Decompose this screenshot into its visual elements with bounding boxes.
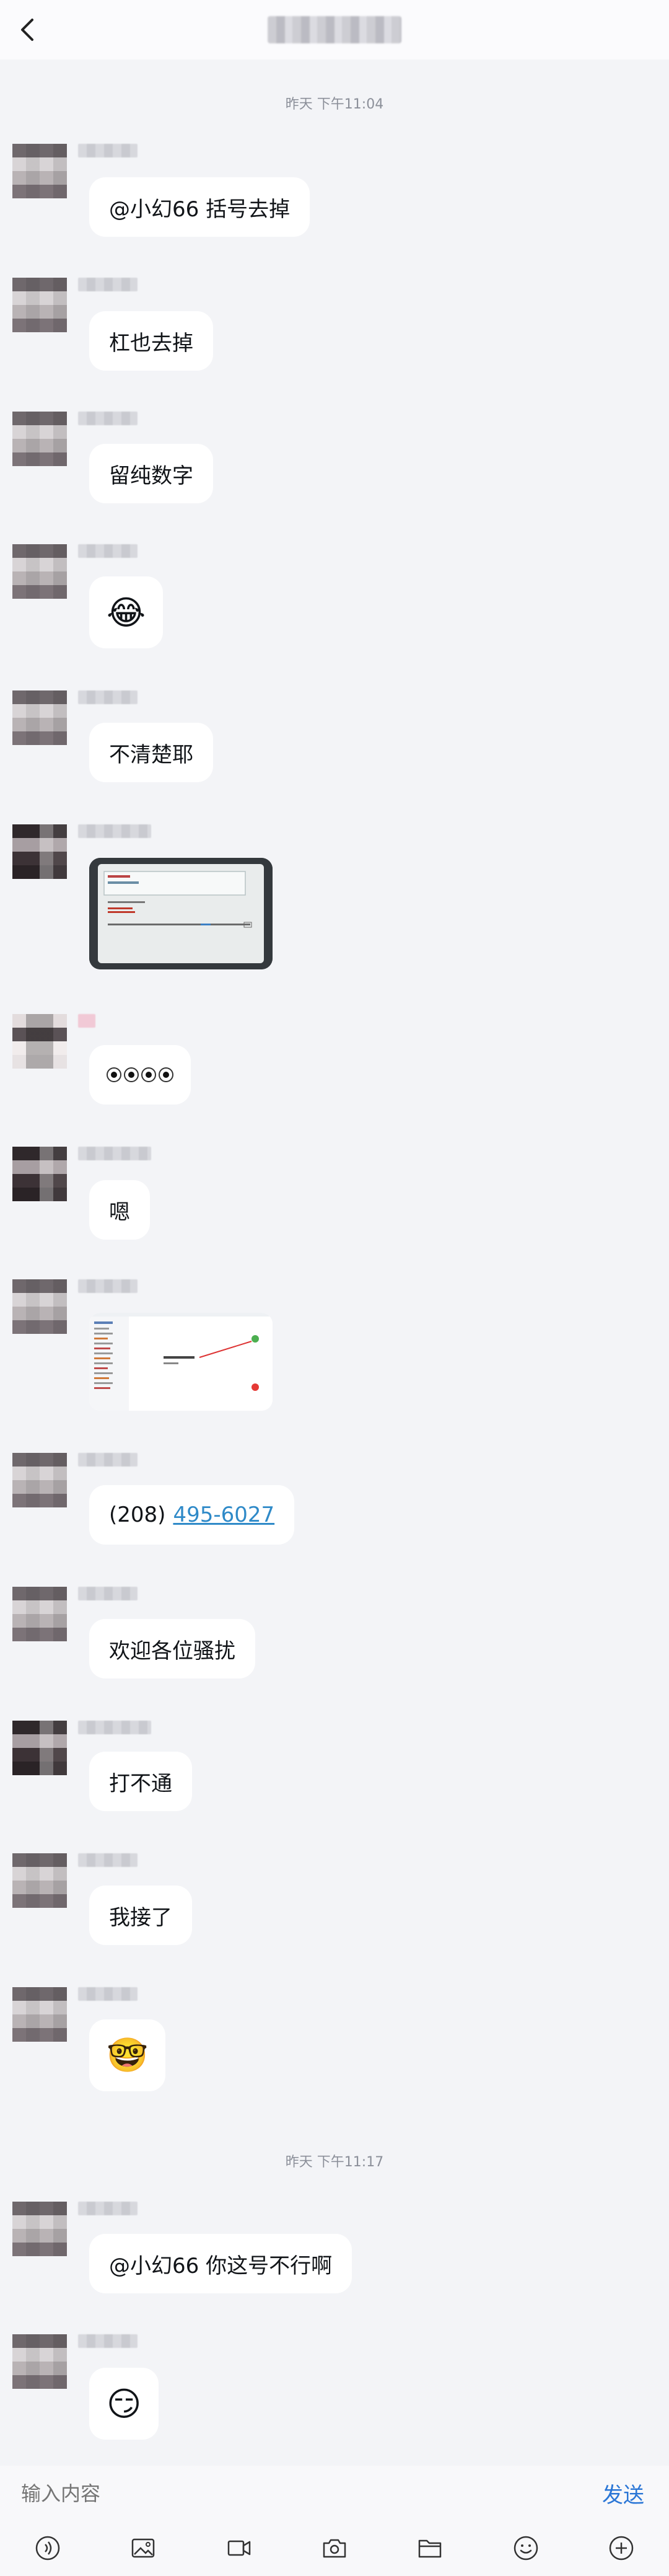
avatar[interactable] — [12, 1147, 67, 1201]
message-bubble[interactable]: 嗯 — [89, 1180, 150, 1240]
phone-link[interactable]: 495-6027 — [173, 1502, 274, 1527]
timestamp: 昨天 下午11:04 — [285, 97, 384, 112]
sender-name — [78, 1721, 151, 1734]
avatar[interactable] — [12, 544, 67, 599]
send-button[interactable]: 发送 — [602, 2478, 644, 2508]
sender-name — [78, 412, 138, 425]
sender-name — [78, 544, 138, 558]
message-text: @小幻66 括号去掉 — [109, 196, 291, 222]
smug-emoji: 🤓 — [107, 2036, 149, 2075]
message-bubble[interactable]: @小幻66 你这号不行啊 — [89, 2234, 352, 2293]
eye-icon — [141, 1067, 156, 1082]
eye-icon — [107, 1067, 121, 1082]
sender-name — [78, 278, 138, 291]
sender-name — [78, 1147, 151, 1160]
avatar[interactable] — [12, 144, 67, 198]
message-bubble[interactable]: 😏 — [89, 2368, 159, 2440]
message-bubble[interactable]: 打不通 — [89, 1752, 192, 1811]
message-text: 留纯数字 — [109, 463, 193, 488]
camera-icon — [323, 2539, 346, 2558]
avatar[interactable] — [12, 1853, 67, 1908]
avatar[interactable] — [12, 1453, 67, 1507]
message-bubble[interactable]: 🤓 — [89, 2019, 166, 2091]
sender-name — [78, 1014, 95, 1028]
video-button[interactable] — [223, 2532, 255, 2564]
plus-icon — [609, 2536, 634, 2561]
sender-name — [78, 1279, 138, 1293]
emoji-button[interactable] — [510, 2532, 542, 2564]
message-text: (208) — [109, 1502, 166, 1527]
image-button[interactable] — [127, 2532, 159, 2564]
timestamp: 昨天 下午11:17 — [285, 2155, 384, 2170]
sender-name — [78, 690, 138, 704]
message-text: 打不通 — [109, 1771, 172, 1796]
avatar[interactable] — [12, 1587, 67, 1641]
avatar[interactable] — [12, 690, 67, 745]
message-text: @小幻66 你这号不行啊 — [109, 2253, 333, 2278]
sender-name — [78, 2202, 138, 2215]
avatar[interactable] — [12, 1987, 67, 2042]
folder-button[interactable] — [414, 2532, 446, 2564]
message-input[interactable] — [20, 2479, 580, 2508]
message-bubble[interactable]: 欢迎各位骚扰 — [89, 1619, 255, 1678]
avatar[interactable] — [12, 412, 67, 466]
eye-icon — [159, 1067, 173, 1082]
smirk-emoji: 😏 — [107, 2384, 142, 2424]
message-bubble[interactable]: 😂 — [89, 576, 164, 648]
message-text: 杠也去掉 — [109, 330, 193, 356]
bottom-toolbar — [0, 2520, 669, 2576]
message-bubble[interactable]: (208) 495-6027 — [89, 1485, 295, 1545]
avatar[interactable] — [12, 824, 67, 879]
camera-button[interactable] — [318, 2532, 351, 2564]
sender-name — [78, 144, 138, 157]
screenshot-image — [89, 1313, 273, 1411]
message-text: 欢迎各位骚扰 — [109, 1638, 235, 1664]
message-bubble[interactable]: 留纯数字 — [89, 444, 213, 503]
chat-header — [0, 0, 669, 60]
sender-name — [78, 1587, 138, 1600]
voice-button[interactable] — [32, 2532, 64, 2564]
sender-name — [78, 1853, 138, 1867]
sender-name — [78, 1987, 138, 2001]
sender-name — [78, 1453, 138, 1467]
sender-name — [78, 2334, 138, 2348]
image-message[interactable] — [89, 1313, 273, 1411]
message-text: 我接了 — [109, 1905, 172, 1930]
image-message[interactable] — [89, 858, 273, 969]
eyes-emoji — [107, 1067, 173, 1082]
message-bubble[interactable]: 我接了 — [89, 1886, 192, 1945]
video-icon — [227, 2540, 250, 2556]
screenshot-image — [89, 858, 273, 969]
avatar[interactable] — [12, 278, 67, 332]
emoji-icon — [514, 2536, 538, 2561]
avatar[interactable] — [12, 1279, 67, 1334]
image-icon — [132, 2538, 155, 2558]
avatar[interactable] — [12, 1014, 67, 1069]
voice-icon — [35, 2536, 60, 2561]
avatar[interactable] — [12, 2334, 67, 2389]
add-button[interactable] — [605, 2532, 637, 2564]
avatar[interactable] — [12, 1721, 67, 1775]
message-text: 嗯 — [109, 1199, 130, 1225]
message-bubble[interactable]: @小幻66 括号去掉 — [89, 177, 310, 237]
folder-icon — [419, 2539, 442, 2558]
message-bubble[interactable] — [89, 1045, 191, 1105]
chat-title-blurred — [268, 16, 401, 43]
avatar[interactable] — [12, 2202, 67, 2256]
back-button[interactable] — [11, 14, 43, 46]
laughing-emoji: 😂 — [107, 593, 146, 632]
message-bubble[interactable]: 杠也去掉 — [89, 311, 213, 371]
input-bar: 发送 — [0, 2466, 669, 2520]
message-text: 不清楚耶 — [109, 742, 193, 767]
chevron-left-icon — [21, 19, 33, 41]
sender-name — [78, 824, 151, 838]
eye-icon — [124, 1067, 139, 1082]
message-bubble[interactable]: 不清楚耶 — [89, 723, 213, 782]
